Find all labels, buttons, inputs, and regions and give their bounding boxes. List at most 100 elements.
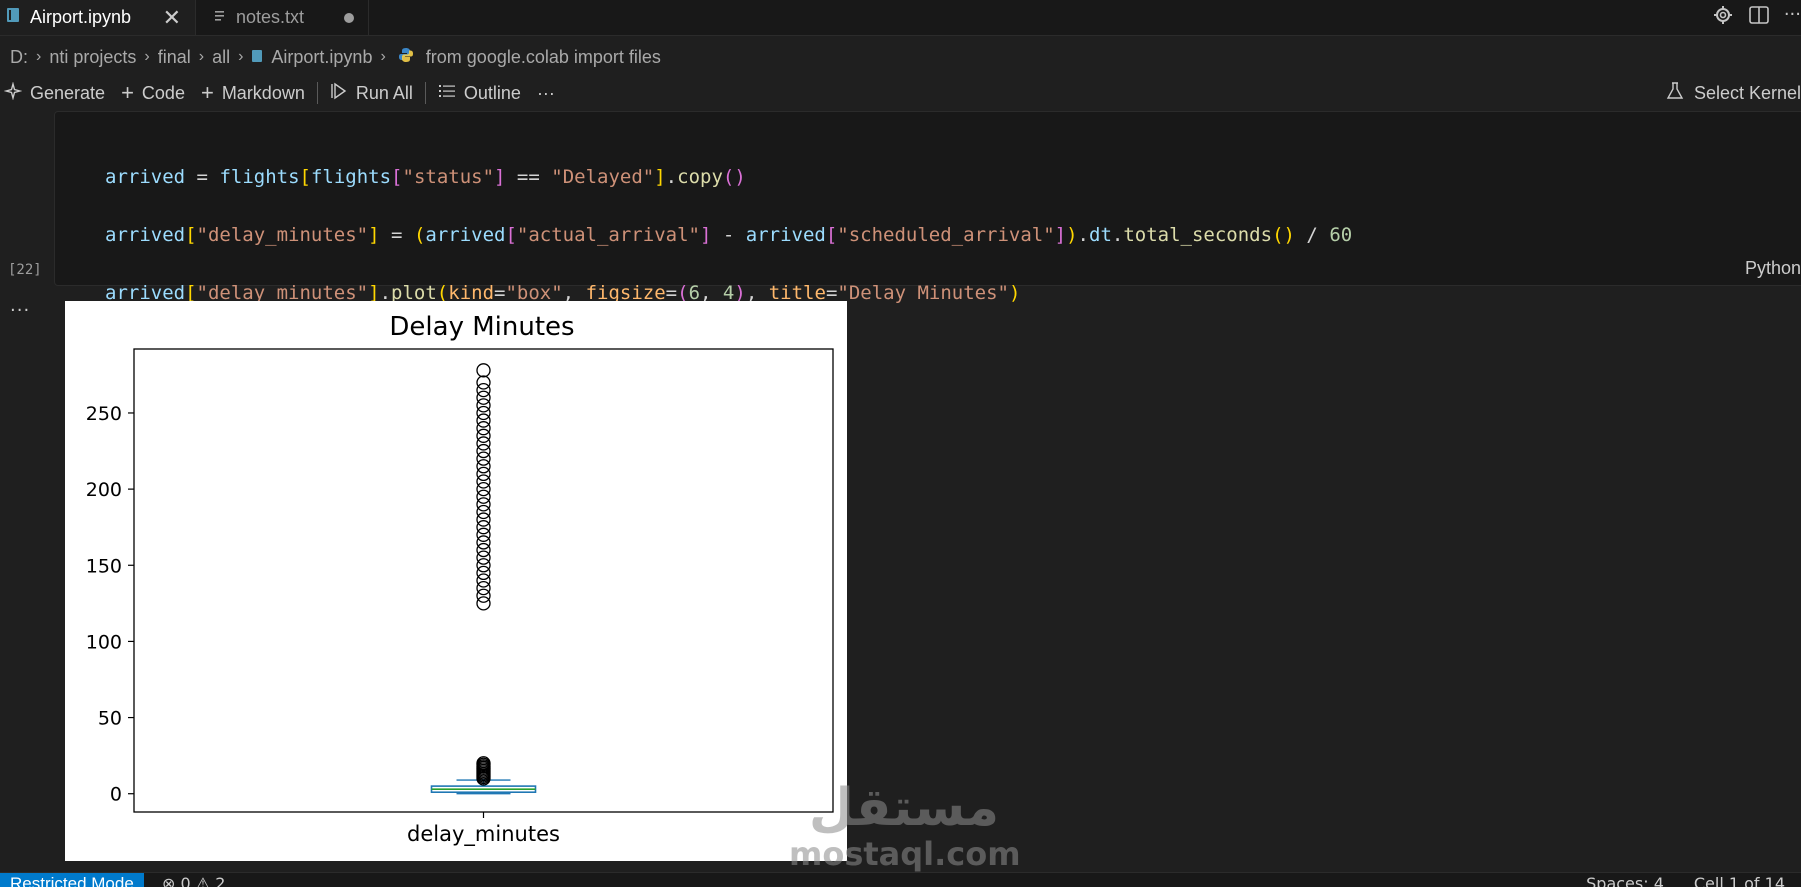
text-file-icon (214, 7, 226, 28)
chevron-right-icon: › (144, 48, 150, 65)
code-label: Code (141, 82, 185, 103)
outlier-point (476, 504, 491, 520)
flask-icon (1666, 81, 1684, 106)
indentation-indicator[interactable]: Spaces: 4 (1586, 873, 1664, 887)
plus-icon: + (121, 80, 134, 105)
outlier-point (476, 558, 491, 573)
breadcrumb-item-drive[interactable]: D: (10, 47, 28, 68)
y-tick-label: 0 (110, 784, 122, 806)
chevron-right-icon: › (198, 48, 205, 65)
notebook-icon (251, 47, 263, 68)
breadcrumb: D: › nti projects › final › all › Airpor… (10, 43, 661, 71)
close-icon[interactable]: ✕ (163, 5, 181, 31)
outlier-point (476, 535, 491, 550)
markdown-label: Markdown (221, 82, 305, 103)
problems-indicator[interactable]: ⊗ 0 ⚠ 2 (162, 873, 225, 887)
select-kernel-button[interactable]: Select Kernel (1666, 76, 1801, 110)
plus-icon: + (200, 80, 214, 105)
cell-language-picker[interactable]: Python (1745, 258, 1801, 279)
outlier-point (476, 474, 491, 489)
outlier-point (476, 542, 491, 558)
notebook-toolbar: Generate + Code + Markdown Run All Outli… (0, 76, 1801, 110)
outlier-point (476, 436, 491, 451)
y-tick-label: 100 (86, 631, 122, 653)
plot-output: Delay Minutes 0 50 100 150 200 250 delay_minu… (65, 301, 847, 861)
outlier-point (476, 520, 491, 535)
run-all-icon (330, 82, 348, 105)
outlier-point (476, 497, 491, 512)
status-bar: Restricted Mode ⊗ 0 ⚠ 2 Spaces: 4 Cell 1… (0, 872, 1801, 887)
outlier-point (476, 405, 491, 421)
breadcrumb-item-symbol[interactable]: from google.colab import files (426, 47, 661, 68)
x-axis: delay_minutes (407, 812, 560, 847)
restricted-mode-badge[interactable]: Restricted Mode (0, 873, 144, 887)
output-more-actions-icon[interactable]: ··· (10, 300, 30, 321)
editor-actions: ··· (1712, 4, 1801, 30)
more-toolbar-actions-button[interactable]: ··· (529, 78, 563, 108)
chevron-right-icon: › (380, 48, 386, 65)
box-plot-chart: Delay Minutes 0 50 100 150 200 250 delay_minu… (86, 312, 834, 847)
tab-airport-ipynb[interactable]: Airport.ipynb ✕ (0, 0, 196, 35)
outlier-point (476, 489, 491, 504)
unsaved-dot-icon[interactable] (344, 12, 354, 23)
sparkle-icon (3, 80, 23, 105)
toolbar-divider (424, 82, 426, 104)
settings-gear-icon[interactable] (1712, 4, 1734, 30)
outlier-point (476, 466, 491, 482)
y-axis: 0 50 100 150 200 250 (86, 403, 134, 806)
tab-label: Airport.ipynb (30, 7, 132, 27)
chevron-right-icon: › (36, 48, 42, 65)
outlier-point (476, 481, 491, 497)
breadcrumb-item-folder[interactable]: all (212, 47, 230, 68)
y-tick-label: 200 (86, 479, 122, 501)
watermark-latin: mostaql.com (789, 835, 1021, 873)
notebook-icon (6, 7, 20, 28)
outlier-point (476, 421, 491, 436)
add-code-cell-button[interactable]: + Code (113, 78, 193, 108)
y-tick-label: 250 (86, 403, 122, 425)
add-markdown-cell-button[interactable]: + Markdown (193, 78, 313, 108)
generate-button[interactable]: Generate (0, 78, 113, 108)
code-cell[interactable]: arrived = flights[flights["status"] == "… (54, 111, 1801, 362)
outlier-point (476, 550, 491, 565)
watermark-logo: مستقل mostaql.com (789, 778, 1021, 873)
outlier-point (476, 363, 491, 378)
outlier-point (476, 443, 491, 459)
outlier-point (476, 565, 491, 581)
tab-label: notes.txt (236, 7, 305, 27)
run-all-button[interactable]: Run All (322, 78, 421, 108)
y-tick-label: 150 (86, 555, 122, 577)
ellipsis-icon: ··· (536, 82, 555, 103)
code-line-1: arrived = flights[flights["status"] == "… (105, 166, 746, 188)
outlier-point (476, 451, 491, 466)
toolbar-divider (316, 82, 318, 104)
outline-label: Outline (463, 82, 521, 103)
breadcrumb-item-folder[interactable]: nti projects (49, 47, 136, 68)
y-tick-label: 50 (98, 708, 122, 730)
split-editor-icon[interactable] (1748, 4, 1770, 30)
breadcrumb-item-file[interactable]: Airport.ipynb (271, 47, 372, 68)
outlier-point (476, 573, 491, 588)
outlier-point (476, 375, 491, 390)
run-all-label: Run All (355, 82, 413, 103)
watermark-arabic: مستقل (808, 778, 1000, 838)
outlier-point (476, 596, 491, 611)
select-kernel-label: Select Kernel (1693, 82, 1801, 103)
code-line-2: arrived["delay_minutes"] = (arrived["act… (105, 224, 1353, 246)
x-tick-label: delay_minutes (407, 822, 560, 847)
breadcrumb-item-folder[interactable]: final (158, 47, 191, 68)
outlier-point (476, 459, 491, 474)
outlier-point (476, 588, 491, 603)
generate-label: Generate (30, 82, 106, 103)
cell-position-indicator[interactable]: Cell 1 of 14 (1694, 873, 1785, 887)
execution-count: [22] (8, 262, 42, 278)
outlier-point (476, 512, 491, 527)
outlier-point (476, 390, 491, 405)
python-icon (398, 47, 414, 68)
outline-button[interactable]: Outline (430, 78, 529, 108)
more-actions-icon[interactable]: ··· (1784, 4, 1801, 30)
outlier-point (476, 527, 491, 542)
tab-notes-txt[interactable]: notes.txt (196, 0, 369, 35)
box-series (430, 363, 537, 795)
outlier-point (476, 398, 491, 413)
